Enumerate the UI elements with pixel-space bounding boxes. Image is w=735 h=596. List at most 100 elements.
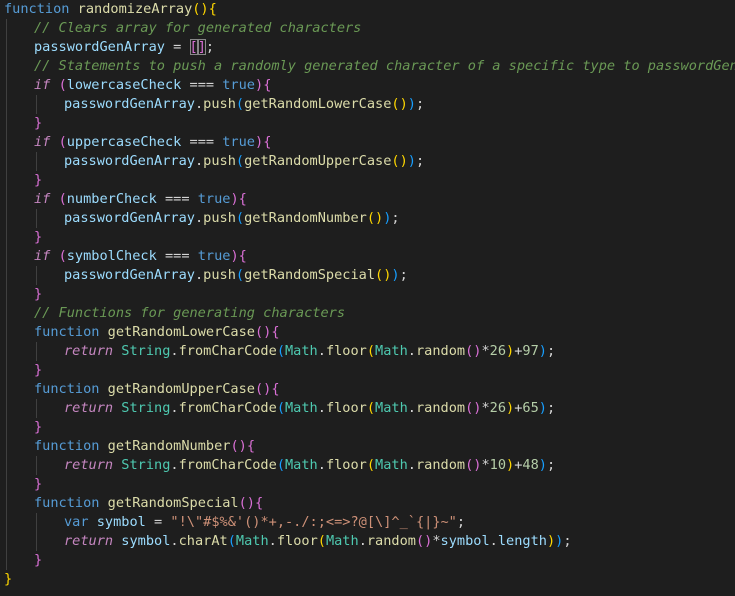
token-punct: . — [317, 400, 326, 416]
token-op: === — [156, 191, 198, 207]
indent-guide — [36, 399, 37, 418]
indent-guide — [6, 171, 7, 190]
code-line[interactable]: if (uppercaseCheck === true){ — [0, 133, 735, 152]
code-line[interactable]: var symbol = "!\"#$%&'()*+,-./:;<=>?@[\]… — [0, 513, 735, 532]
code-line[interactable]: } — [0, 114, 735, 133]
code-line-content: return String.fromCharCode(Math.floor(Ma… — [64, 400, 555, 416]
code-line[interactable]: } — [0, 285, 735, 304]
token-control: return — [64, 533, 114, 549]
code-line[interactable]: passwordGenArray.push(getRandomLowerCase… — [0, 95, 735, 114]
token-class: Math — [285, 343, 318, 359]
code-line[interactable]: } — [0, 361, 735, 380]
token-func: getRandomSpecial — [107, 495, 239, 511]
code-line-content: function getRandomNumber(){ — [34, 438, 255, 454]
token-bracket2: { — [263, 134, 272, 150]
code-line[interactable]: } — [0, 551, 735, 570]
code-line[interactable]: // Statements to push a randomly generat… — [0, 57, 735, 76]
indent-guide — [6, 418, 7, 437]
token-bracket2: } — [34, 115, 43, 131]
token-bracket2: { — [263, 77, 272, 93]
token-op: * — [481, 400, 490, 416]
token-bracket1: ) — [546, 533, 556, 549]
token-class: Math — [285, 457, 318, 473]
token-method: fromCharCode — [178, 400, 277, 416]
code-line[interactable]: return String.fromCharCode(Math.floor(Ma… — [0, 456, 735, 475]
code-line[interactable]: function randomizeArray(){ — [0, 0, 735, 19]
code-line[interactable]: function getRandomNumber(){ — [0, 437, 735, 456]
code-line-content: } — [34, 286, 42, 302]
token-bracket3: ( — [227, 533, 236, 549]
code-line[interactable]: passwordGenArray.push(getRandomUpperCase… — [0, 152, 735, 171]
indent-guide — [6, 190, 7, 209]
code-line[interactable]: return String.fromCharCode(Math.floor(Ma… — [0, 342, 735, 361]
token-method: floor — [325, 343, 367, 359]
token-bracket1: () — [391, 153, 408, 169]
token-method: charAt — [178, 533, 228, 549]
token-op: === — [181, 134, 223, 150]
token-control: if — [34, 248, 51, 264]
indent-guide — [36, 342, 37, 361]
code-line[interactable]: // Clears array for generated characters — [0, 19, 735, 38]
code-line[interactable]: passwordGenArray = []; — [0, 38, 735, 57]
token-number: 26 — [489, 343, 507, 359]
token-bracket1: ) — [506, 343, 515, 359]
token-punct: . — [194, 210, 204, 226]
token-bracket2: ( — [58, 248, 67, 264]
code-line[interactable]: } — [0, 171, 735, 190]
token-control: return — [64, 400, 114, 416]
code-editor[interactable]: function randomizeArray(){// Clears arra… — [0, 0, 735, 596]
code-line[interactable]: function getRandomLowerCase(){ — [0, 323, 735, 342]
code-line[interactable]: return String.fromCharCode(Math.floor(Ma… — [0, 399, 735, 418]
token-control: if — [34, 134, 51, 150]
token-method: random — [415, 457, 466, 473]
token-bracket2: } — [34, 172, 43, 188]
token-class: String — [121, 400, 171, 416]
token-bracket2: () — [415, 533, 433, 549]
code-line[interactable]: } — [0, 475, 735, 494]
code-line-content: // Clears array for generated characters — [34, 20, 361, 36]
code-line[interactable]: // Functions for generating characters — [0, 304, 735, 323]
code-lines[interactable]: function randomizeArray(){// Clears arra… — [0, 0, 735, 589]
indent-guide — [6, 551, 7, 570]
token-bracket1: ( — [317, 533, 326, 549]
token-bracket1: ) — [506, 457, 515, 473]
indent-guide — [6, 19, 7, 38]
token-punct: . — [194, 153, 204, 169]
token-bracket2: ) — [230, 248, 239, 264]
token-method: random — [366, 533, 416, 549]
code-line[interactable]: function getRandomUpperCase(){ — [0, 380, 735, 399]
token-bracket3: ) — [538, 400, 547, 416]
code-line[interactable]: if (numberCheck === true){ — [0, 190, 735, 209]
code-line[interactable]: if (lowercaseCheck === true){ — [0, 76, 735, 95]
token-var: passwordGenArray — [64, 153, 195, 169]
code-line[interactable]: } — [0, 228, 735, 247]
code-line[interactable]: } — [0, 570, 735, 589]
token-bracket3: ( — [276, 343, 285, 359]
token-func: getRandomNumber — [244, 210, 367, 226]
token-number: 65 — [522, 400, 539, 416]
indent-guide — [36, 532, 37, 551]
code-line-content: return symbol.charAt(Math.floor(Math.ran… — [64, 533, 572, 549]
code-line[interactable]: passwordGenArray.push(getRandomNumber())… — [0, 209, 735, 228]
token-bracket1: ) — [506, 400, 515, 416]
token-bracket3: ) — [391, 267, 400, 283]
token-punct: ; — [456, 514, 466, 530]
indent-guide — [6, 304, 7, 323]
token-class: Math — [285, 400, 318, 416]
code-line[interactable]: if (symbolCheck === true){ — [0, 247, 735, 266]
code-line-content: if (numberCheck === true){ — [34, 191, 247, 207]
code-line[interactable]: } — [0, 418, 735, 437]
token-var: lowercaseCheck — [66, 77, 182, 93]
token-punct: . — [317, 343, 326, 359]
token-punct: . — [407, 400, 416, 416]
indent-guide — [6, 342, 7, 361]
token-punct: ; — [546, 457, 556, 473]
token-control: return — [64, 457, 114, 473]
code-line[interactable]: function getRandomSpecial(){ — [0, 494, 735, 513]
code-line-content: // Functions for generating characters — [34, 305, 345, 321]
code-line[interactable]: return symbol.charAt(Math.floor(Math.ran… — [0, 532, 735, 551]
code-line[interactable]: passwordGenArray.push(getRandomSpecial()… — [0, 266, 735, 285]
